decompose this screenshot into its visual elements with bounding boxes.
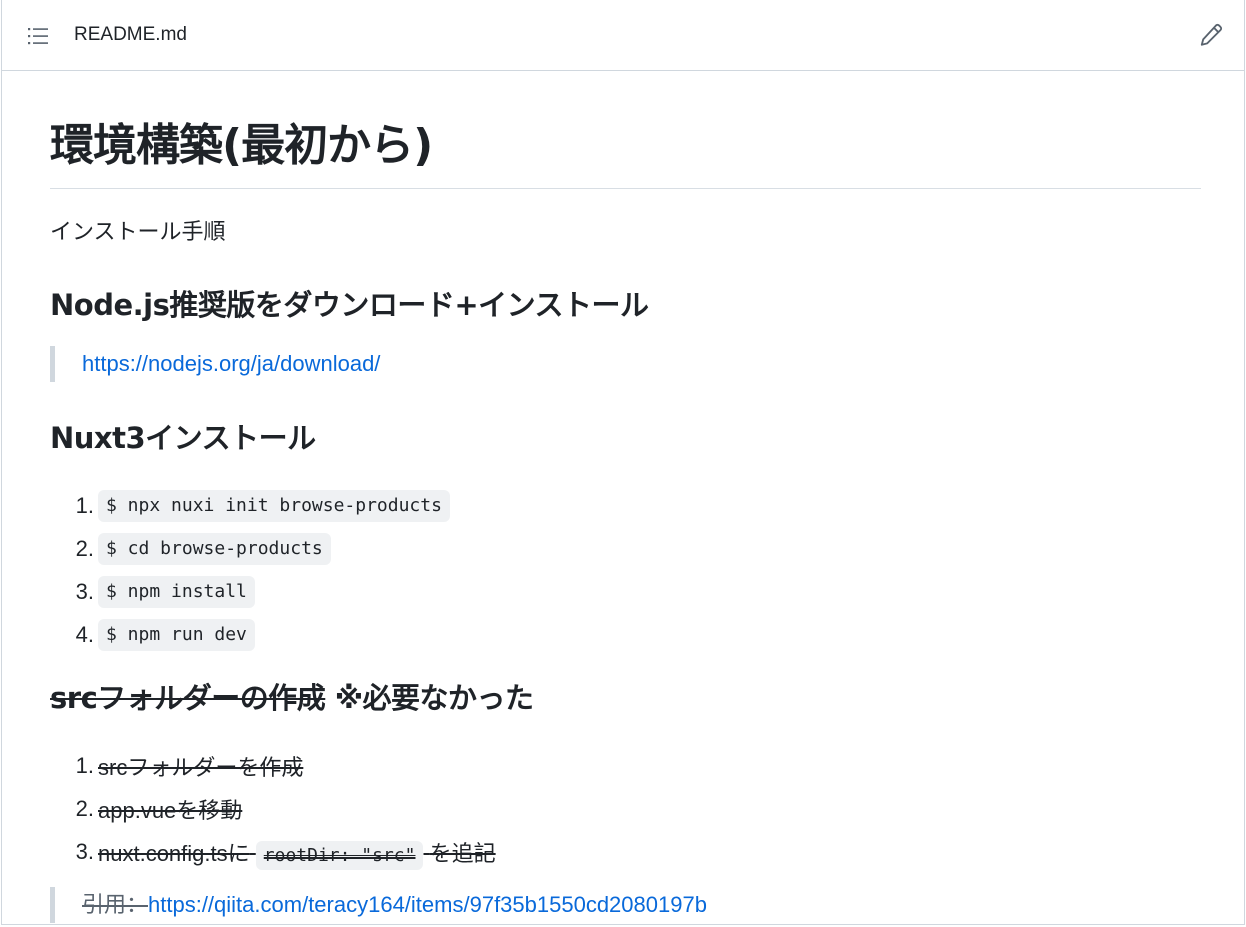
nuxt-heading: Nuxt3インストール xyxy=(50,421,316,455)
file-header: README.md xyxy=(2,0,1244,71)
nodejs-download-link[interactable]: https://nodejs.org/ja/download/ xyxy=(82,351,380,376)
inline-code: $ npx nuxi init browse-products xyxy=(98,489,450,522)
edit-file-button[interactable] xyxy=(1196,20,1226,50)
citation-blockquote: 引用：https://qiita.com/teracy164/items/97f… xyxy=(50,887,707,923)
src-heading-struck: srcフォルダーの作成 xyxy=(50,681,326,715)
inline-code: rootDir: "src" xyxy=(255,840,424,870)
list-unordered-icon xyxy=(28,28,48,45)
intro-text: インストール手順 xyxy=(50,220,226,245)
list-item: 4. $ npm run dev xyxy=(50,613,450,656)
list-item: 3. nuxt.config.tsに rootDir: "src" を追記 xyxy=(50,830,496,873)
src-steps-list: 1. srcフォルダーを作成 2. app.vueを移動 3. nuxt.con… xyxy=(50,744,496,873)
inline-code: $ npm run dev xyxy=(98,618,255,651)
src-heading: srcフォルダーの作成 ※必要なかった xyxy=(50,678,534,718)
list-item: 3. $ npm install xyxy=(50,570,450,613)
inline-code: $ npm install xyxy=(98,575,255,608)
src-heading-note: ※必要なかった xyxy=(325,681,534,715)
list-item: 1. srcフォルダーを作成 xyxy=(75,752,304,780)
outline-button[interactable] xyxy=(24,22,52,50)
file-name[interactable]: README.md xyxy=(74,22,187,48)
nuxt-steps-list: 1. $ npx nuxi init browse-products 2. $ … xyxy=(50,484,450,656)
list-item: 1. $ npx nuxi init browse-products xyxy=(50,484,450,527)
node-heading: Node.js推奨版をダウンロード+インストール xyxy=(50,288,649,322)
readme-panel: README.md 環境構築(最初から) インストール手順 Node.js推奨版… xyxy=(1,0,1245,925)
page-title: 環境構築(最初から) xyxy=(50,120,433,171)
inline-code: $ cd browse-products xyxy=(98,532,331,565)
list-item: 2. $ cd browse-products xyxy=(50,527,450,570)
qiita-citation-link[interactable]: https://qiita.com/teracy164/items/97f35b… xyxy=(148,892,707,917)
list-item: 2. app.vueを移動 xyxy=(75,795,243,823)
node-blockquote: https://nodejs.org/ja/download/ xyxy=(50,346,380,382)
pencil-icon xyxy=(1200,23,1223,46)
title-divider xyxy=(50,188,1201,189)
citation-label: 引用： xyxy=(82,893,149,918)
